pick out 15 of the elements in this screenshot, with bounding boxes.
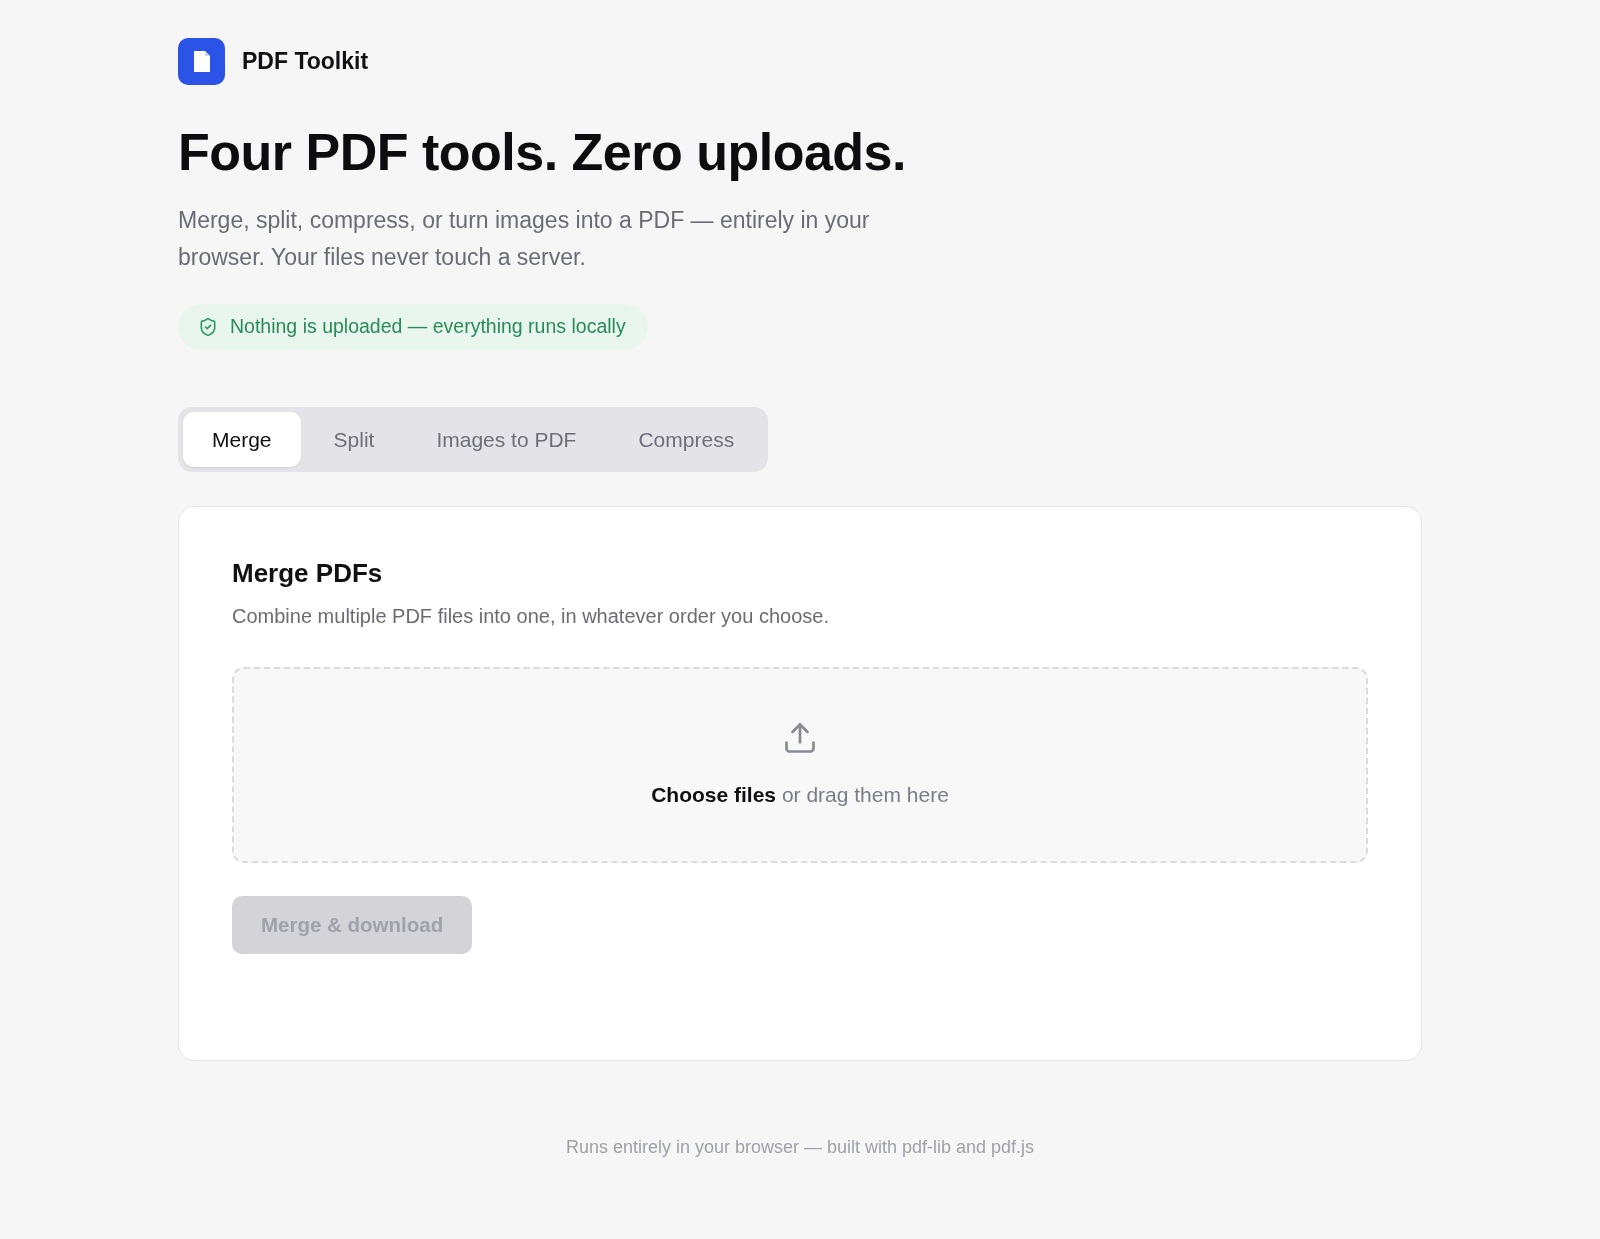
dropzone-text: Choose files or drag them here (651, 781, 949, 808)
tab[interactable]: Compress (609, 412, 764, 467)
badge-text: Nothing is uploaded — everything runs locally (230, 314, 626, 340)
tab[interactable]: Merge (183, 412, 301, 467)
page-subtitle: Merge, split, compress, or turn images into a PDF — entirely in your browser. Your files never touch a server. (178, 206, 871, 272)
page-heading: Four PDF tools. Zero uploads. (178, 122, 906, 182)
logo-icon (178, 38, 225, 85)
card-description: Combine multiple PDF files into one, in whatever order you choose. (232, 604, 829, 629)
file-dropzone[interactable]: Choose files or drag them here (232, 667, 1368, 863)
tab[interactable]: Images to PDF (407, 412, 606, 467)
shield-check-icon (198, 317, 218, 337)
card-title: Merge PDFs (232, 557, 383, 589)
tab[interactable]: Split (304, 412, 404, 467)
footer-text: Runs entirely in your browser — built with pdf-lib and pdf.js (565, 1136, 1035, 1159)
brand-name: PDF Toolkit (242, 47, 369, 77)
